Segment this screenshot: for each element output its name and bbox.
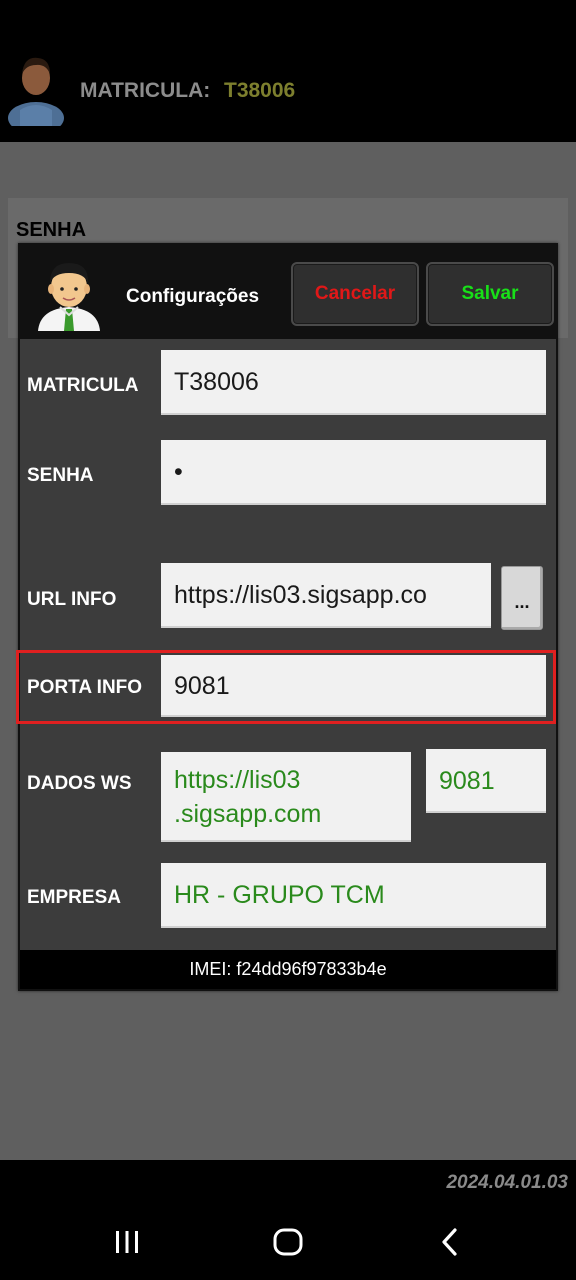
- settings-dialog: Configurações Cancelar Salvar MATRICULA …: [16, 243, 558, 991]
- url-info-input[interactable]: https://lis03.sigsapp.co: [161, 563, 491, 628]
- dados-ws-port-input[interactable]: 9081: [426, 749, 546, 813]
- recents-icon: [116, 1231, 138, 1253]
- top-bar: MATRICULA: T38006: [0, 0, 576, 142]
- dados-ws-field-label: DADOS WS: [27, 773, 132, 794]
- matricula-label: MATRICULA:: [80, 79, 211, 102]
- senha-input[interactable]: •: [161, 440, 546, 505]
- back-button[interactable]: [425, 1222, 475, 1262]
- matricula-field-label: MATRICULA: [27, 375, 139, 396]
- empresa-input[interactable]: HR - GRUPO TCM: [161, 863, 546, 928]
- user-avatar-icon: [38, 263, 100, 331]
- save-button[interactable]: Salvar: [426, 262, 554, 326]
- porta-info-field-label: PORTA INFO: [27, 677, 143, 698]
- dialog-header: Configurações Cancelar Salvar: [20, 245, 556, 339]
- dialog-title: Configurações: [126, 286, 260, 307]
- porta-info-input[interactable]: 9081: [161, 655, 546, 717]
- cancel-button[interactable]: Cancelar: [291, 262, 419, 326]
- home-icon: [273, 1228, 303, 1256]
- recents-button[interactable]: [102, 1222, 152, 1262]
- senha-field-label: SENHA: [27, 465, 94, 486]
- user-avatar-icon: [8, 57, 64, 126]
- matricula-value: T38006: [224, 79, 296, 102]
- empresa-field-label: EMPRESA: [27, 887, 121, 908]
- version-label: 2024.04.01.03: [446, 1172, 568, 1193]
- bottom-bar: 2024.04.01.03: [0, 1160, 576, 1280]
- home-button[interactable]: [263, 1222, 313, 1262]
- background-senha-label: SENHA: [16, 219, 87, 241]
- url-info-browse-button[interactable]: ...: [501, 566, 543, 630]
- url-info-field-label: URL INFO: [27, 589, 117, 610]
- dados-ws-url-input[interactable]: https://lis03 .sigsapp.com: [161, 752, 411, 842]
- matricula-input[interactable]: T38006: [161, 350, 546, 415]
- imei-bar: IMEI: f24dd96f97833b4e: [20, 950, 556, 989]
- back-icon: [442, 1228, 457, 1256]
